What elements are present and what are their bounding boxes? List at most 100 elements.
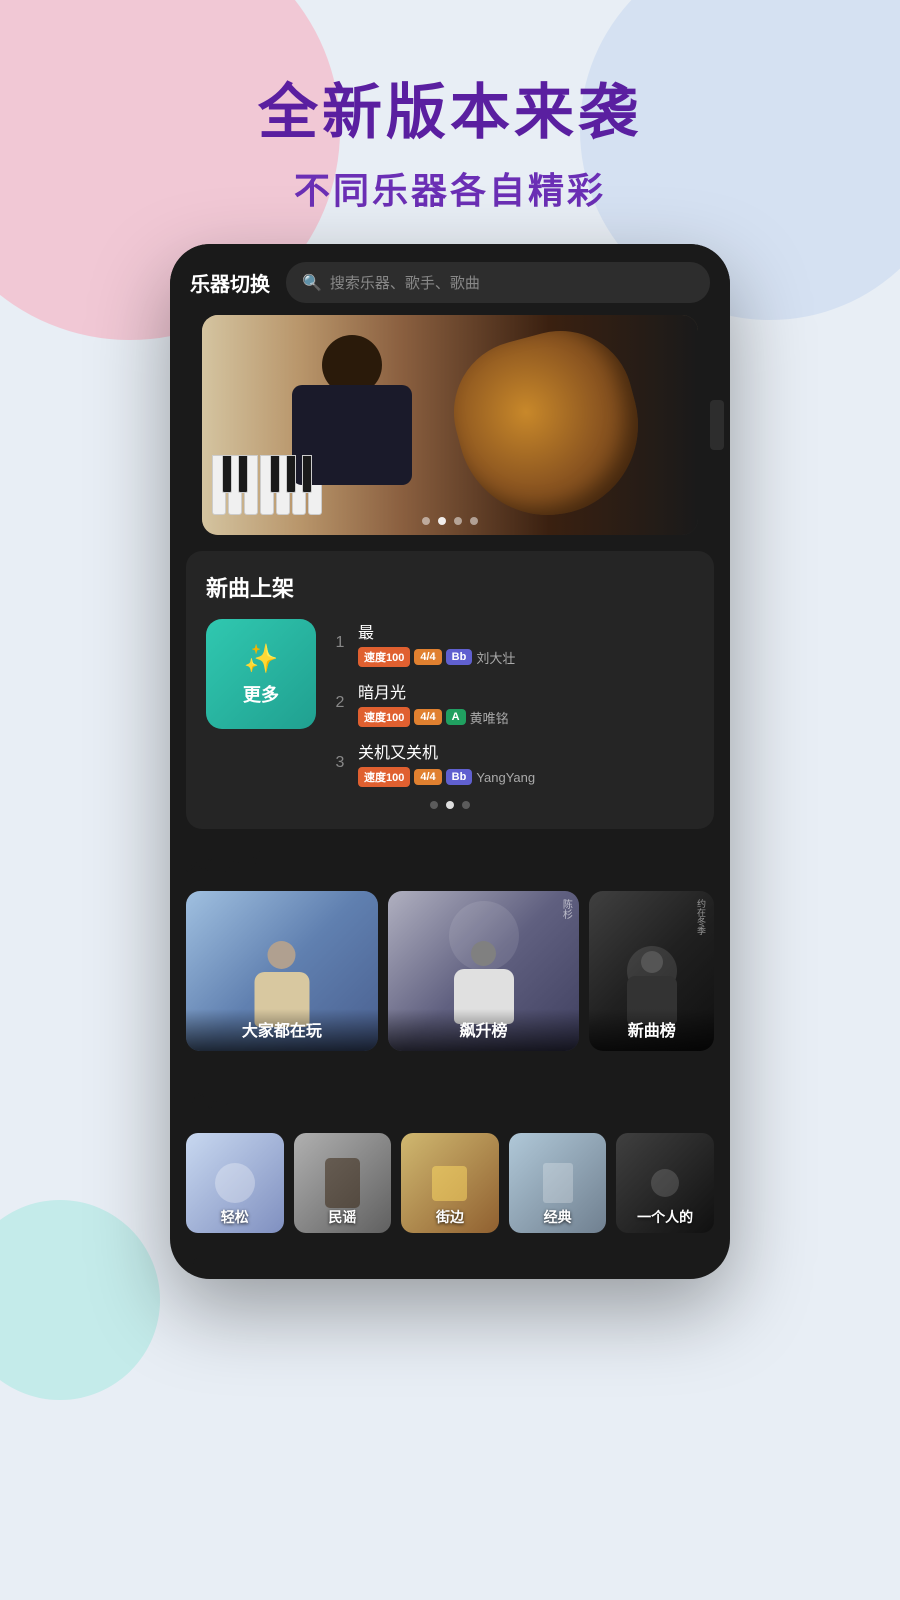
rec-card-5[interactable]: 一个人的 <box>616 1133 714 1233</box>
tag-speed-3: 速度100 <box>358 767 410 787</box>
tag-key-2: A <box>446 709 466 725</box>
card-text-overlay-3: 约在冬季 <box>695 899 708 935</box>
banner-image[interactable] <box>202 315 698 535</box>
song-name-2: 暗月光 <box>358 679 694 703</box>
card-label-3: 新曲榜 <box>599 1017 704 1041</box>
tag-key-1: Bb <box>446 649 473 665</box>
song-item-1[interactable]: 1 最 速度100 4/4 Bb 刘大壮 <box>332 619 694 667</box>
tag-speed-2: 速度100 <box>358 707 410 727</box>
song-rank-3: 3 <box>332 754 348 772</box>
popular-title: 人气排行 <box>186 845 714 877</box>
song-artist-3: YangYang <box>476 770 535 785</box>
piano-key-black <box>302 455 312 493</box>
song-info-2: 暗月光 速度100 4/4 A 黄唯铭 <box>358 679 694 727</box>
tag-time-1: 4/4 <box>414 649 441 665</box>
piano-key-black <box>238 455 248 493</box>
new-songs-section: 新曲上架 ✨ 更多 1 最 速度100 <box>186 551 714 829</box>
head-2 <box>471 941 496 966</box>
person-guitar <box>252 325 452 520</box>
song-name-3: 关机又关机 <box>358 739 694 763</box>
rec-label-2: 民谣 <box>294 1207 392 1227</box>
banner-background <box>202 315 698 535</box>
song-tags-3: 速度100 4/4 Bb YangYang <box>358 767 694 787</box>
tag-speed-1: 速度100 <box>358 647 410 667</box>
new-songs-title: 新曲上架 <box>206 571 694 603</box>
song-tags-2: 速度100 4/4 A 黄唯铭 <box>358 707 694 727</box>
phone-mockup: 乐器切换 🔍 搜索乐器、歌手、歌曲 <box>170 244 730 1279</box>
banner-dot-2[interactable] <box>438 517 446 525</box>
popular-card-2[interactable]: 陈杉 飙升榜 <box>388 891 580 1051</box>
card-overlay-2: 飙升榜 <box>388 1009 580 1051</box>
tag-key-3: Bb <box>446 769 473 785</box>
rec-icon-2 <box>325 1158 360 1208</box>
banner-dots <box>422 517 478 525</box>
piano-key-black <box>270 455 280 493</box>
section-dot-3[interactable] <box>462 801 470 809</box>
song-artist-2: 黄唯铭 <box>470 708 509 727</box>
recommend-section: 推荐 轻松 民谣 <box>170 1087 730 1233</box>
page-content: 全新版本来袭 不同乐器各自精彩 乐器切换 🔍 搜索乐器、歌手、歌曲 <box>0 0 900 1600</box>
popular-card-3[interactable]: 约在冬季 新曲榜 <box>589 891 714 1051</box>
song-artist-1: 刘大壮 <box>476 648 515 667</box>
rec-icon-3 <box>432 1166 467 1201</box>
card-label-1: 大家都在玩 <box>196 1017 368 1041</box>
card-overlay-3: 新曲榜 <box>589 1009 714 1051</box>
app-header: 乐器切换 🔍 搜索乐器、歌手、歌曲 <box>170 244 730 315</box>
song-item-2[interactable]: 2 暗月光 速度100 4/4 A 黄唯铭 <box>332 679 694 727</box>
tag-time-3: 4/4 <box>414 769 441 785</box>
search-icon: 🔍 <box>302 273 322 293</box>
rec-icon-1 <box>215 1163 255 1203</box>
banner-dot-3[interactable] <box>454 517 462 525</box>
rec-label-3: 街边 <box>401 1207 499 1227</box>
rec-icon-5 <box>651 1169 679 1197</box>
section-dot-1[interactable] <box>430 801 438 809</box>
wand-icon: ✨ <box>244 642 279 675</box>
rec-icon-4 <box>543 1163 573 1203</box>
card-label-2: 飙升榜 <box>398 1017 570 1041</box>
head-1 <box>268 941 296 969</box>
rec-card-4[interactable]: 经典 <box>509 1133 607 1233</box>
tag-time-2: 4/4 <box>414 709 441 725</box>
new-songs-content: ✨ 更多 1 最 速度100 4/4 Bb <box>206 619 694 787</box>
rec-card-1[interactable]: 轻松 <box>186 1133 284 1233</box>
header-subtitle: 不同乐器各自精彩 <box>258 162 642 214</box>
song-name-1: 最 <box>358 619 694 643</box>
rec-label-5: 一个人的 <box>616 1207 714 1227</box>
instrument-switch-label[interactable]: 乐器切换 <box>190 268 270 297</box>
popular-section: 人气排行 大家都在玩 <box>170 845 730 1067</box>
song-info-1: 最 速度100 4/4 Bb 刘大壮 <box>358 619 694 667</box>
banner-dot-1[interactable] <box>422 517 430 525</box>
popular-cards: 大家都在玩 陈杉 飙升榜 <box>186 891 714 1051</box>
card-overlay-1: 大家都在玩 <box>186 1009 378 1051</box>
header-title: 全新版本来袭 <box>258 80 642 146</box>
piano-key-black <box>286 455 296 493</box>
song-tags-1: 速度100 4/4 Bb 刘大壮 <box>358 647 694 667</box>
rec-label-4: 经典 <box>509 1207 607 1227</box>
song-info-3: 关机又关机 速度100 4/4 Bb YangYang <box>358 739 694 787</box>
head-3 <box>641 951 663 973</box>
song-rank-2: 2 <box>332 694 348 712</box>
more-button[interactable]: ✨ 更多 <box>206 619 316 729</box>
rec-card-3[interactable]: 街边 <box>401 1133 499 1233</box>
bottom-section-partial: It <box>170 1233 730 1279</box>
guitar-decoration <box>438 315 658 535</box>
recommend-title: 推荐 <box>186 1087 714 1119</box>
header-section: 全新版本来袭 不同乐器各自精彩 <box>258 0 642 244</box>
song-rank-1: 1 <box>332 634 348 652</box>
recommend-cards: 轻松 民谣 街边 <box>186 1133 714 1233</box>
new-songs-dots <box>206 801 694 809</box>
banner-dot-4[interactable] <box>470 517 478 525</box>
search-placeholder-text: 搜索乐器、歌手、歌曲 <box>330 272 480 293</box>
search-bar[interactable]: 🔍 搜索乐器、歌手、歌曲 <box>286 262 710 303</box>
scroll-handle <box>710 400 724 450</box>
rec-label-1: 轻松 <box>186 1207 284 1227</box>
rec-card-2[interactable]: 民谣 <box>294 1133 392 1233</box>
piano-key-black <box>222 455 232 493</box>
popular-card-1[interactable]: 大家都在玩 <box>186 891 378 1051</box>
bottom-text: It <box>186 1253 199 1278</box>
section-dot-2[interactable] <box>446 801 454 809</box>
more-label: 更多 <box>243 681 279 707</box>
songs-list: 1 最 速度100 4/4 Bb 刘大壮 <box>332 619 694 787</box>
card-text-overlay-2: 陈杉 <box>558 899 573 919</box>
song-item-3[interactable]: 3 关机又关机 速度100 4/4 Bb YangYang <box>332 739 694 787</box>
